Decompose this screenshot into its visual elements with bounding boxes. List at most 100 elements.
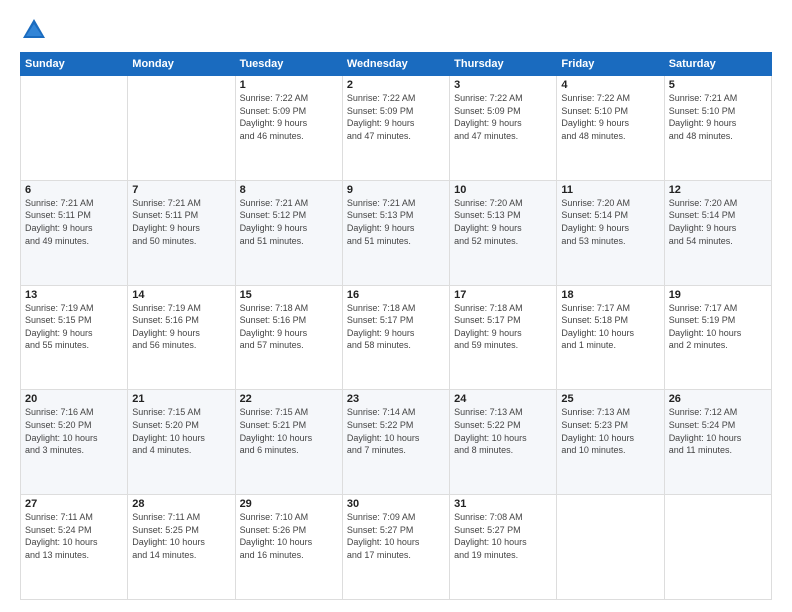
day-number: 15 [240,289,338,301]
calendar-cell: 28Sunrise: 7:11 AM Sunset: 5:25 PM Dayli… [128,495,235,600]
day-number: 7 [132,184,230,196]
calendar-cell: 17Sunrise: 7:18 AM Sunset: 5:17 PM Dayli… [450,285,557,390]
day-number: 14 [132,289,230,301]
calendar-cell: 7Sunrise: 7:21 AM Sunset: 5:11 PM Daylig… [128,180,235,285]
day-number: 16 [347,289,445,301]
calendar-cell: 1Sunrise: 7:22 AM Sunset: 5:09 PM Daylig… [235,76,342,181]
day-number: 4 [561,79,659,91]
calendar-cell: 22Sunrise: 7:15 AM Sunset: 5:21 PM Dayli… [235,390,342,495]
day-number: 9 [347,184,445,196]
calendar-cell: 26Sunrise: 7:12 AM Sunset: 5:24 PM Dayli… [664,390,771,495]
day-info: Sunrise: 7:21 AM Sunset: 5:13 PM Dayligh… [347,197,445,247]
week-row-3: 13Sunrise: 7:19 AM Sunset: 5:15 PM Dayli… [21,285,772,390]
day-number: 3 [454,79,552,91]
calendar-table: SundayMondayTuesdayWednesdayThursdayFrid… [20,52,772,600]
calendar-cell: 31Sunrise: 7:08 AM Sunset: 5:27 PM Dayli… [450,495,557,600]
calendar-cell: 18Sunrise: 7:17 AM Sunset: 5:18 PM Dayli… [557,285,664,390]
day-number: 24 [454,393,552,405]
column-header-tuesday: Tuesday [235,53,342,76]
calendar-cell: 9Sunrise: 7:21 AM Sunset: 5:13 PM Daylig… [342,180,449,285]
week-row-5: 27Sunrise: 7:11 AM Sunset: 5:24 PM Dayli… [21,495,772,600]
day-info: Sunrise: 7:21 AM Sunset: 5:11 PM Dayligh… [25,197,123,247]
calendar-cell: 4Sunrise: 7:22 AM Sunset: 5:10 PM Daylig… [557,76,664,181]
day-number: 6 [25,184,123,196]
day-number: 19 [669,289,767,301]
day-info: Sunrise: 7:21 AM Sunset: 5:11 PM Dayligh… [132,197,230,247]
day-info: Sunrise: 7:18 AM Sunset: 5:17 PM Dayligh… [454,302,552,352]
calendar-cell [128,76,235,181]
day-number: 25 [561,393,659,405]
calendar-header: SundayMondayTuesdayWednesdayThursdayFrid… [21,53,772,76]
calendar-cell: 19Sunrise: 7:17 AM Sunset: 5:19 PM Dayli… [664,285,771,390]
calendar-cell: 11Sunrise: 7:20 AM Sunset: 5:14 PM Dayli… [557,180,664,285]
column-header-wednesday: Wednesday [342,53,449,76]
day-number: 31 [454,498,552,510]
day-info: Sunrise: 7:11 AM Sunset: 5:24 PM Dayligh… [25,511,123,561]
calendar-cell: 15Sunrise: 7:18 AM Sunset: 5:16 PM Dayli… [235,285,342,390]
calendar-cell: 6Sunrise: 7:21 AM Sunset: 5:11 PM Daylig… [21,180,128,285]
day-number: 17 [454,289,552,301]
calendar-cell: 23Sunrise: 7:14 AM Sunset: 5:22 PM Dayli… [342,390,449,495]
day-number: 22 [240,393,338,405]
day-info: Sunrise: 7:21 AM Sunset: 5:10 PM Dayligh… [669,92,767,142]
day-number: 8 [240,184,338,196]
day-number: 2 [347,79,445,91]
day-number: 29 [240,498,338,510]
day-number: 26 [669,393,767,405]
day-number: 11 [561,184,659,196]
calendar-cell: 13Sunrise: 7:19 AM Sunset: 5:15 PM Dayli… [21,285,128,390]
day-number: 10 [454,184,552,196]
day-info: Sunrise: 7:21 AM Sunset: 5:12 PM Dayligh… [240,197,338,247]
day-info: Sunrise: 7:09 AM Sunset: 5:27 PM Dayligh… [347,511,445,561]
column-header-thursday: Thursday [450,53,557,76]
calendar-cell: 2Sunrise: 7:22 AM Sunset: 5:09 PM Daylig… [342,76,449,181]
day-number: 13 [25,289,123,301]
day-info: Sunrise: 7:17 AM Sunset: 5:19 PM Dayligh… [669,302,767,352]
day-info: Sunrise: 7:15 AM Sunset: 5:20 PM Dayligh… [132,406,230,456]
logo-icon [20,16,48,44]
day-number: 28 [132,498,230,510]
day-number: 21 [132,393,230,405]
day-info: Sunrise: 7:20 AM Sunset: 5:14 PM Dayligh… [669,197,767,247]
day-info: Sunrise: 7:18 AM Sunset: 5:17 PM Dayligh… [347,302,445,352]
day-info: Sunrise: 7:15 AM Sunset: 5:21 PM Dayligh… [240,406,338,456]
calendar-cell: 10Sunrise: 7:20 AM Sunset: 5:13 PM Dayli… [450,180,557,285]
day-number: 1 [240,79,338,91]
day-number: 20 [25,393,123,405]
day-info: Sunrise: 7:20 AM Sunset: 5:14 PM Dayligh… [561,197,659,247]
calendar-cell: 8Sunrise: 7:21 AM Sunset: 5:12 PM Daylig… [235,180,342,285]
calendar-cell: 14Sunrise: 7:19 AM Sunset: 5:16 PM Dayli… [128,285,235,390]
day-number: 5 [669,79,767,91]
calendar-cell: 24Sunrise: 7:13 AM Sunset: 5:22 PM Dayli… [450,390,557,495]
calendar-cell: 20Sunrise: 7:16 AM Sunset: 5:20 PM Dayli… [21,390,128,495]
day-info: Sunrise: 7:08 AM Sunset: 5:27 PM Dayligh… [454,511,552,561]
day-info: Sunrise: 7:20 AM Sunset: 5:13 PM Dayligh… [454,197,552,247]
calendar-cell: 21Sunrise: 7:15 AM Sunset: 5:20 PM Dayli… [128,390,235,495]
week-row-4: 20Sunrise: 7:16 AM Sunset: 5:20 PM Dayli… [21,390,772,495]
day-info: Sunrise: 7:22 AM Sunset: 5:09 PM Dayligh… [240,92,338,142]
day-info: Sunrise: 7:16 AM Sunset: 5:20 PM Dayligh… [25,406,123,456]
day-info: Sunrise: 7:12 AM Sunset: 5:24 PM Dayligh… [669,406,767,456]
column-header-monday: Monday [128,53,235,76]
week-row-2: 6Sunrise: 7:21 AM Sunset: 5:11 PM Daylig… [21,180,772,285]
calendar-cell: 16Sunrise: 7:18 AM Sunset: 5:17 PM Dayli… [342,285,449,390]
day-number: 27 [25,498,123,510]
calendar-cell [557,495,664,600]
day-info: Sunrise: 7:10 AM Sunset: 5:26 PM Dayligh… [240,511,338,561]
week-row-1: 1Sunrise: 7:22 AM Sunset: 5:09 PM Daylig… [21,76,772,181]
calendar-body: 1Sunrise: 7:22 AM Sunset: 5:09 PM Daylig… [21,76,772,600]
day-number: 30 [347,498,445,510]
day-info: Sunrise: 7:22 AM Sunset: 5:09 PM Dayligh… [347,92,445,142]
calendar-cell: 29Sunrise: 7:10 AM Sunset: 5:26 PM Dayli… [235,495,342,600]
column-header-sunday: Sunday [21,53,128,76]
header-row: SundayMondayTuesdayWednesdayThursdayFrid… [21,53,772,76]
day-number: 23 [347,393,445,405]
calendar-cell: 27Sunrise: 7:11 AM Sunset: 5:24 PM Dayli… [21,495,128,600]
day-info: Sunrise: 7:22 AM Sunset: 5:09 PM Dayligh… [454,92,552,142]
calendar-cell: 12Sunrise: 7:20 AM Sunset: 5:14 PM Dayli… [664,180,771,285]
logo [20,16,52,44]
page: SundayMondayTuesdayWednesdayThursdayFrid… [0,0,792,612]
day-number: 18 [561,289,659,301]
day-info: Sunrise: 7:19 AM Sunset: 5:15 PM Dayligh… [25,302,123,352]
calendar-cell: 5Sunrise: 7:21 AM Sunset: 5:10 PM Daylig… [664,76,771,181]
